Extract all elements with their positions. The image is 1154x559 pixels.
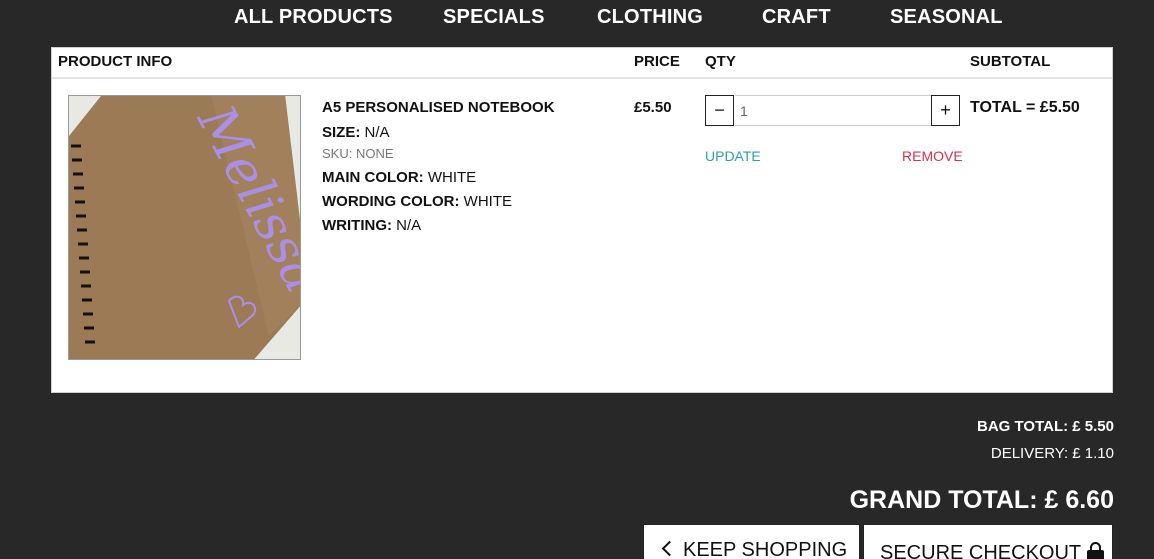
update-link[interactable]: UPDATE: [705, 148, 761, 164]
product-sku: SKU: NONE: [322, 146, 394, 161]
qty-decrease-button[interactable]: −: [705, 95, 734, 126]
qty-increase-button[interactable]: +: [931, 95, 960, 126]
nav-all-products[interactable]: ALL PRODUCTS: [234, 6, 393, 29]
wording-color-label: WORDING COLOR:: [322, 193, 460, 210]
keep-shopping-button[interactable]: KEEP SHOPPING: [643, 524, 860, 559]
writing-label: WRITING:: [322, 217, 392, 234]
lock-icon: [1087, 542, 1105, 559]
product-wording-color: WORDING COLOR: WHITE: [322, 193, 512, 210]
header-qty: QTY: [705, 53, 736, 70]
nav-clothing[interactable]: CLOTHING: [597, 6, 703, 29]
header-subtotal: SUBTOTAL: [970, 53, 1051, 70]
header-product-info: PRODUCT INFO: [58, 53, 173, 70]
secure-checkout-button[interactable]: SECURE CHECKOUT: [863, 524, 1113, 559]
nav-specials[interactable]: SPECIALS: [443, 6, 545, 29]
cart-panel: PRODUCT INFO PRICE QTY SUBTOTAL Melissa …: [51, 47, 1113, 393]
grand-total: GRAND TOTAL: £ 6.60: [849, 486, 1114, 514]
product-name[interactable]: A5 PERSONALISED NOTEBOOK: [322, 99, 555, 116]
cart-table-header: PRODUCT INFO PRICE QTY SUBTOTAL: [52, 48, 1112, 79]
product-writing: WRITING: N/A: [322, 217, 421, 234]
header-price: PRICE: [634, 53, 680, 70]
keep-shopping-label: KEEP SHOPPING: [683, 539, 848, 559]
writing-value: N/A: [396, 217, 422, 234]
main-color-label: MAIN COLOR:: [322, 169, 424, 186]
nav-seasonal[interactable]: SEASONAL: [890, 6, 1003, 29]
size-value: N/A: [364, 124, 390, 141]
item-price: £5.50: [634, 99, 672, 116]
item-total: TOTAL = £5.50: [970, 99, 1080, 116]
main-color-value: WHITE: [427, 169, 477, 186]
remove-link[interactable]: REMOVE: [902, 148, 963, 164]
product-size: SIZE: N/A: [322, 124, 390, 141]
bag-total: BAG TOTAL: £ 5.50: [977, 418, 1114, 435]
secure-checkout-label: SECURE CHECKOUT: [880, 542, 1082, 559]
main-nav: ALL PRODUCTS SPECIALS CLOTHING CRAFT SEA…: [0, 0, 1154, 40]
product-main-color: MAIN COLOR: WHITE: [322, 169, 476, 186]
qty-input[interactable]: [735, 95, 931, 126]
delivery-cost: DELIVERY: £ 1.10: [990, 445, 1114, 462]
wording-color-value: WHITE: [463, 193, 512, 210]
size-label: SIZE:: [322, 124, 361, 141]
nav-craft[interactable]: CRAFT: [762, 6, 831, 29]
product-image[interactable]: Melissa: [68, 95, 301, 360]
chevron-left-icon: [661, 540, 678, 557]
notebook-illustration: Melissa: [69, 96, 300, 359]
